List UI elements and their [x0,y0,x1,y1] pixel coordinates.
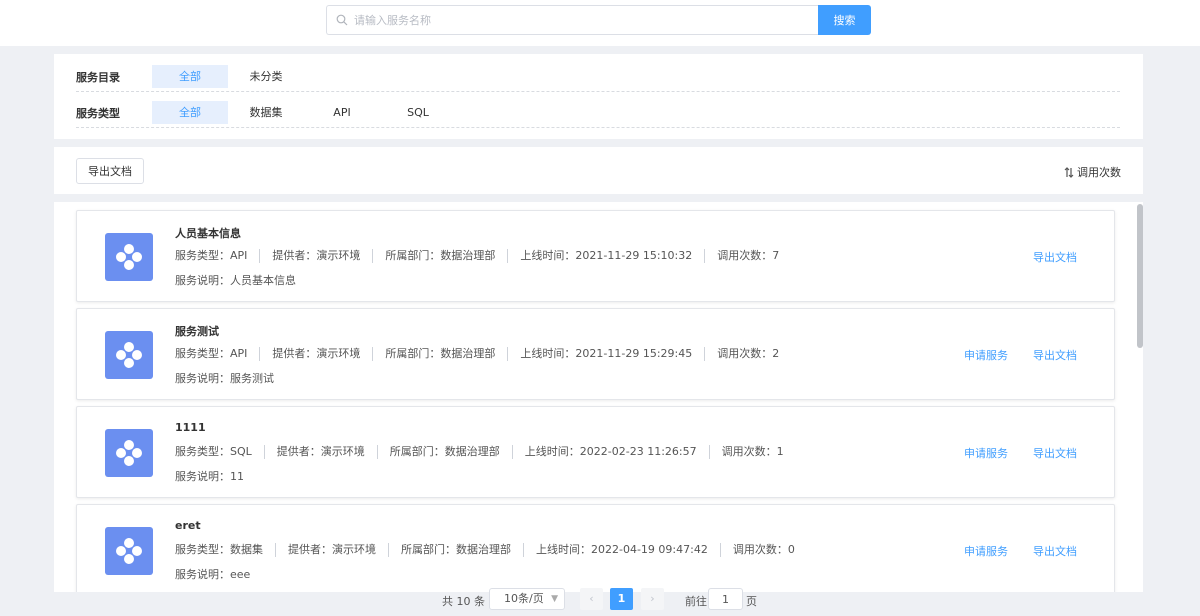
service-title: eret [175,519,201,532]
next-page-button[interactable]: › [641,588,664,610]
chevron-left-icon: ‹ [589,592,594,605]
service-card: 1111 服务类型：SQL 提供者：演示环境 所属部门：数据治理部 上线时间：2… [76,406,1115,498]
service-type: 服务类型：SQL [175,445,252,458]
service-type: 服务类型：数据集 [175,543,263,556]
service-department: 所属部门：数据治理部 [376,445,512,459]
service-call-count: 调用次数：0 [719,543,807,557]
page-number-button[interactable]: 1 [610,588,633,610]
goto-page-input[interactable] [708,588,743,610]
filter-option-type-sql[interactable]: SQL [380,101,456,124]
apply-service-link[interactable]: 申请服务 [964,347,1008,363]
filter-option-catalog-uncategorized[interactable]: 未分类 [228,65,304,88]
service-card: 服务测试 服务类型：API 提供者：演示环境 所属部门：数据治理部 上线时间：2… [76,308,1115,400]
export-doc-link[interactable]: 导出文档 [1033,249,1077,265]
service-card: 人员基本信息 服务类型：API 提供者：演示环境 所属部门：数据治理部 上线时间… [76,210,1115,302]
service-title: 1111 [175,421,206,434]
service-meta: 服务类型：SQL 提供者：演示环境 所属部门：数据治理部 上线时间：2022-0… [175,445,796,459]
service-type: 服务类型：API [175,347,248,360]
search-input[interactable] [354,13,794,27]
filter-label-catalog: 服务目录 [76,71,120,84]
apply-service-link[interactable]: 申请服务 [964,543,1008,559]
service-type: 服务类型：API [175,249,248,262]
chevron-down-icon: ▼ [551,594,558,604]
sort-icon [1064,166,1074,178]
service-online-time: 上线时间：2022-04-19 09:47:42 [523,543,720,557]
chevron-right-icon: › [650,592,655,605]
sort-label: 调用次数 [1077,166,1121,179]
service-description: 服务说明：11 [175,470,244,483]
search-button[interactable]: 搜索 [818,5,871,35]
filter-row-catalog: 服务目录 全部 未分类 [76,56,1120,92]
service-card: eret 服务类型：数据集 提供者：演示环境 所属部门：数据治理部 上线时间：2… [76,504,1115,592]
export-doc-link[interactable]: 导出文档 [1033,347,1077,363]
prev-page-button[interactable]: ‹ [580,588,603,610]
service-title: 人员基本信息 [175,227,241,240]
service-description: 服务说明：eee [175,568,251,581]
sort-by-calls-button[interactable]: 调用次数 [1064,164,1121,180]
export-docs-button[interactable]: 导出文档 [76,158,144,184]
service-provider: 提供者：演示环境 [259,347,372,361]
filter-option-catalog-all[interactable]: 全部 [152,65,228,88]
filter-row-type: 服务类型 全部 数据集 API SQL [76,92,1120,128]
service-title: 服务测试 [175,325,219,338]
service-meta: 服务类型：API 提供者：演示环境 所属部门：数据治理部 上线时间：2021-1… [175,347,791,361]
service-list: 人员基本信息 服务类型：API 提供者：演示环境 所属部门：数据治理部 上线时间… [54,202,1143,592]
service-logo-icon [105,429,153,477]
export-doc-link[interactable]: 导出文档 [1033,445,1077,461]
service-provider: 提供者：演示环境 [275,543,388,557]
service-logo-icon [105,233,153,281]
filter-label-type: 服务类型 [76,107,120,120]
service-call-count: 调用次数：1 [708,445,796,459]
goto-label: 前往 [685,595,707,608]
service-department: 所属部门：数据治理部 [372,249,507,263]
page-size-select[interactable]: 10条/页 ▼ [489,588,565,610]
service-call-count: 调用次数：7 [704,249,791,263]
list-toolbar: 导出文档 调用次数 [54,147,1143,194]
scrollbar-thumb[interactable] [1137,204,1143,348]
filter-option-type-dataset[interactable]: 数据集 [228,101,304,124]
filter-panel: 服务目录 全部 未分类 服务类型 全部 数据集 API SQL [54,54,1143,139]
search-box[interactable] [326,5,818,35]
search-icon [336,14,348,26]
service-meta: 服务类型：API 提供者：演示环境 所属部门：数据治理部 上线时间：2021-1… [175,249,791,263]
service-provider: 提供者：演示环境 [263,445,377,459]
service-call-count: 调用次数：2 [704,347,791,361]
filter-option-type-all[interactable]: 全部 [152,101,228,124]
pagination-total: 共 10 条 [442,595,485,608]
service-department: 所属部门：数据治理部 [372,347,507,361]
service-logo-icon [105,331,153,379]
apply-service-link[interactable]: 申请服务 [964,445,1008,461]
top-search-bar: 搜索 [0,0,1200,46]
service-meta: 服务类型：数据集 提供者：演示环境 所属部门：数据治理部 上线时间：2022-0… [175,543,807,557]
service-provider: 提供者：演示环境 [259,249,372,263]
service-description: 服务说明：服务测试 [175,372,274,385]
service-logo-icon [105,527,153,575]
service-online-time: 上线时间：2021-11-29 15:10:32 [507,249,704,263]
filter-option-type-api[interactable]: API [304,101,380,124]
pagination: 共 10 条 10条/页 ▼ ‹ 1 › 前往 页 [0,586,1200,614]
list-scrollbar[interactable] [1137,202,1143,592]
service-description: 服务说明：人员基本信息 [175,274,296,287]
export-doc-link[interactable]: 导出文档 [1033,543,1077,559]
page-size-value: 10条/页 [504,592,544,605]
service-online-time: 上线时间：2022-02-23 11:26:57 [511,445,709,459]
service-department: 所属部门：数据治理部 [388,543,523,557]
goto-unit-label: 页 [746,595,757,608]
service-online-time: 上线时间：2021-11-29 15:29:45 [507,347,704,361]
